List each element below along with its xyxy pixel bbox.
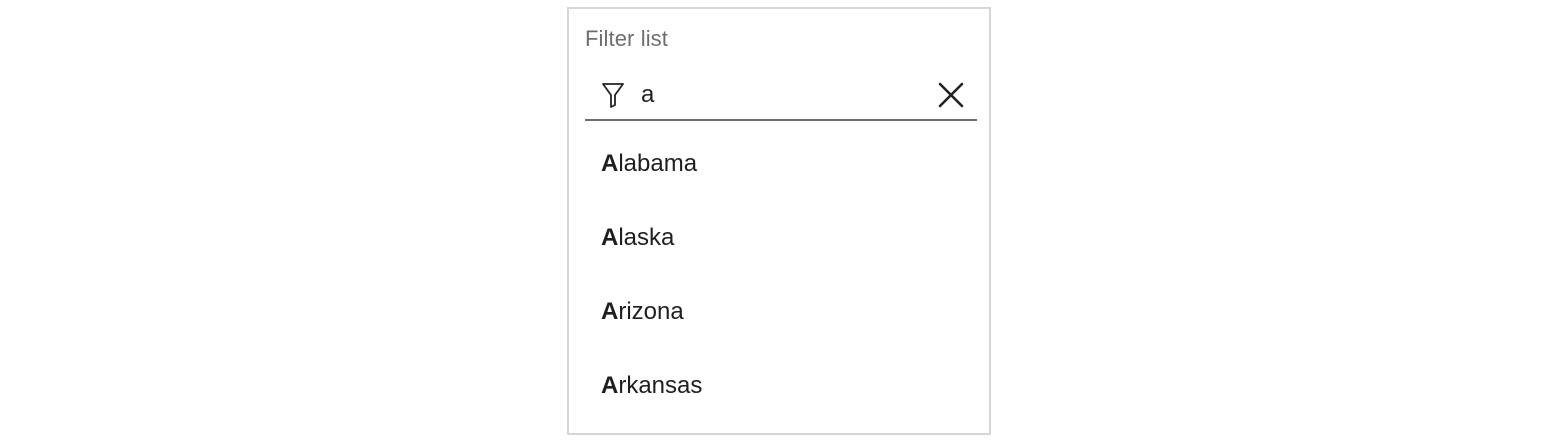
filter-list-label: Filter list [585,26,668,51]
close-icon[interactable] [935,79,967,111]
list-item-label: laska [618,224,675,251]
list-item-label: rkansas [618,372,703,399]
list-item-label: rizona [618,298,684,325]
match-highlight: A [601,150,619,177]
match-highlight: A [601,224,619,251]
match-highlight: A [601,372,619,399]
match-highlight: A [601,298,619,325]
filter-search-field[interactable]: a [585,69,977,121]
filter-list-panel: Filter list a Alabama Alaska Arizona Ark… [567,7,991,435]
list-item[interactable]: Alaska [585,201,977,275]
list-item[interactable]: Arizona [585,275,977,349]
list-item[interactable]: Arkansas [585,349,977,423]
filter-input-value[interactable]: a [641,81,654,109]
filter-results-list: Alabama Alaska Arizona Arkansas [585,127,977,423]
filter-icon [602,83,624,108]
list-item[interactable]: Alabama [585,127,977,201]
list-item-label: labama [618,150,698,177]
